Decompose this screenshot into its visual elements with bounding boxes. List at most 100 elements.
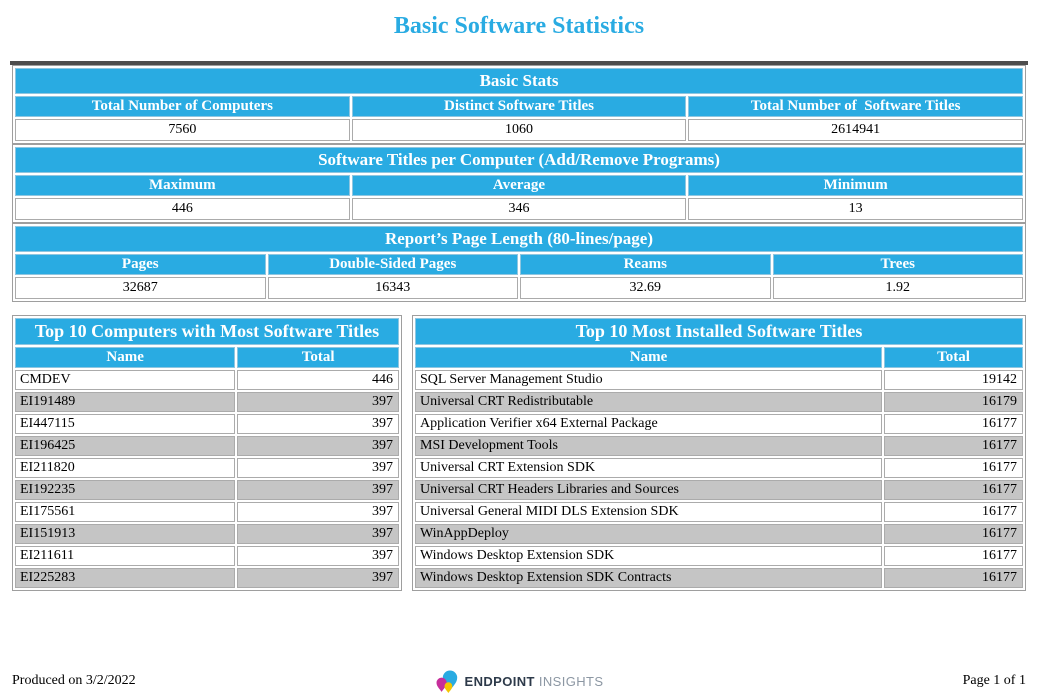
value-trees: 1.92	[773, 277, 1024, 299]
page-title: Basic Software Statistics	[0, 13, 1038, 40]
page-length-table: Report’s Page Length (80-lines/page) Pag…	[12, 223, 1026, 302]
titles-per-computer-title: Software Titles per Computer (Add/Remove…	[15, 147, 1023, 173]
value-double-sided: 16343	[268, 277, 519, 299]
top-computers-title: Top 10 Computers with Most Software Titl…	[15, 318, 399, 345]
row-name: SQL Server Management Studio	[415, 370, 882, 390]
row-name: EI447115	[15, 414, 235, 434]
column-header-pages: Pages	[15, 254, 266, 275]
produced-date: Produced on 3/2/2022	[12, 673, 232, 689]
table-row: EI191489397	[15, 392, 399, 412]
logo-wordmark: ENDPOINT INSIGHTS	[465, 674, 604, 689]
page-number: Page 1 of 1	[806, 673, 1026, 689]
table-row: EI211820397	[15, 458, 399, 478]
basic-stats-table: Basic Stats Total Number of Computers Di…	[12, 65, 1026, 144]
column-header-total: Total	[237, 347, 399, 368]
table-row: Windows Desktop Extension SDK Contracts1…	[415, 568, 1023, 588]
column-header-reams: Reams	[520, 254, 771, 275]
table-row: Universal CRT Headers Libraries and Sour…	[415, 480, 1023, 500]
table-row: WinAppDeploy16177	[415, 524, 1023, 544]
column-header-average: Average	[352, 175, 687, 196]
table-row: EI151913397	[15, 524, 399, 544]
row-total: 446	[237, 370, 399, 390]
top-computers-table: Top 10 Computers with Most Software Titl…	[12, 315, 402, 591]
row-total: 397	[237, 414, 399, 434]
row-total: 397	[237, 546, 399, 566]
row-total: 16177	[884, 436, 1023, 456]
page-length-title: Report’s Page Length (80-lines/page)	[15, 226, 1023, 252]
row-name: EI192235	[15, 480, 235, 500]
endpoint-insights-logo: ENDPOINT INSIGHTS	[435, 670, 604, 693]
column-header-trees: Trees	[773, 254, 1024, 275]
row-total: 16177	[884, 502, 1023, 522]
logo-text-insights: INSIGHTS	[539, 674, 604, 689]
value-pages: 32687	[15, 277, 266, 299]
value-distinct-titles: 1060	[352, 119, 687, 141]
table-row: Universal CRT Extension SDK16177	[415, 458, 1023, 478]
row-name: WinAppDeploy	[415, 524, 882, 544]
row-name: EI151913	[15, 524, 235, 544]
row-name: EI175561	[15, 502, 235, 522]
row-name: Universal General MIDI DLS Extension SDK	[415, 502, 882, 522]
row-total: 397	[237, 524, 399, 544]
table-row: EI211611397	[15, 546, 399, 566]
top-software-table: Top 10 Most Installed Software Titles Na…	[412, 315, 1026, 591]
row-name: Universal CRT Extension SDK	[415, 458, 882, 478]
column-header-maximum: Maximum	[15, 175, 350, 196]
table-row: MSI Development Tools16177	[415, 436, 1023, 456]
map-pins-icon	[435, 670, 460, 693]
row-total: 397	[237, 502, 399, 522]
column-header-name: Name	[15, 347, 235, 368]
titles-per-computer-table: Software Titles per Computer (Add/Remove…	[12, 144, 1026, 223]
row-total: 16177	[884, 458, 1023, 478]
row-total: 16177	[884, 568, 1023, 588]
row-total: 19142	[884, 370, 1023, 390]
row-total: 16177	[884, 546, 1023, 566]
table-row: EI192235397	[15, 480, 399, 500]
row-name: MSI Development Tools	[415, 436, 882, 456]
column-header-total-titles: Total Number of Software Titles	[688, 96, 1023, 117]
row-total: 397	[237, 392, 399, 412]
table-row: Application Verifier x64 External Packag…	[415, 414, 1023, 434]
table-row: SQL Server Management Studio19142	[415, 370, 1023, 390]
table-row: CMDEV446	[15, 370, 399, 390]
table-row: Universal CRT Redistributable16179	[415, 392, 1023, 412]
row-total: 397	[237, 436, 399, 456]
value-total-titles: 2614941	[688, 119, 1023, 141]
column-header-total: Total	[884, 347, 1023, 368]
table-row: EI196425397	[15, 436, 399, 456]
top-software-title: Top 10 Most Installed Software Titles	[415, 318, 1023, 345]
row-name: CMDEV	[15, 370, 235, 390]
column-header-double-sided: Double-Sided Pages	[268, 254, 519, 275]
value-minimum: 13	[688, 198, 1023, 220]
row-total: 397	[237, 568, 399, 588]
report-page: Basic Software Statistics Basic Stats To…	[0, 0, 1038, 699]
row-total: 16179	[884, 392, 1023, 412]
column-header-name: Name	[415, 347, 882, 368]
row-name: Windows Desktop Extension SDK	[415, 546, 882, 566]
row-name: EI196425	[15, 436, 235, 456]
row-total: 16177	[884, 524, 1023, 544]
row-name: EI225283	[15, 568, 235, 588]
page-footer: Produced on 3/2/2022 ENDPOINT INSIGHTS Pa…	[12, 669, 1026, 693]
row-name: Application Verifier x64 External Packag…	[415, 414, 882, 434]
column-header-total-computers: Total Number of Computers	[15, 96, 350, 117]
table-row: EI225283397	[15, 568, 399, 588]
table-row: EI447115397	[15, 414, 399, 434]
row-name: EI211820	[15, 458, 235, 478]
row-name: Windows Desktop Extension SDK Contracts	[415, 568, 882, 588]
row-name: EI191489	[15, 392, 235, 412]
table-row: EI175561397	[15, 502, 399, 522]
table-row: Windows Desktop Extension SDK16177	[415, 546, 1023, 566]
logo-text-endpoint: ENDPOINT	[465, 674, 535, 689]
row-total: 397	[237, 480, 399, 500]
column-header-distinct-titles: Distinct Software Titles	[352, 96, 687, 117]
row-name: Universal CRT Redistributable	[415, 392, 882, 412]
row-name: Universal CRT Headers Libraries and Sour…	[415, 480, 882, 500]
table-row: Universal General MIDI DLS Extension SDK…	[415, 502, 1023, 522]
top-10-section: Top 10 Computers with Most Software Titl…	[12, 315, 1026, 591]
row-total: 16177	[884, 414, 1023, 434]
row-total: 16177	[884, 480, 1023, 500]
top-software-body: SQL Server Management Studio19142Univers…	[415, 370, 1023, 588]
value-maximum: 446	[15, 198, 350, 220]
basic-stats-title: Basic Stats	[15, 68, 1023, 94]
